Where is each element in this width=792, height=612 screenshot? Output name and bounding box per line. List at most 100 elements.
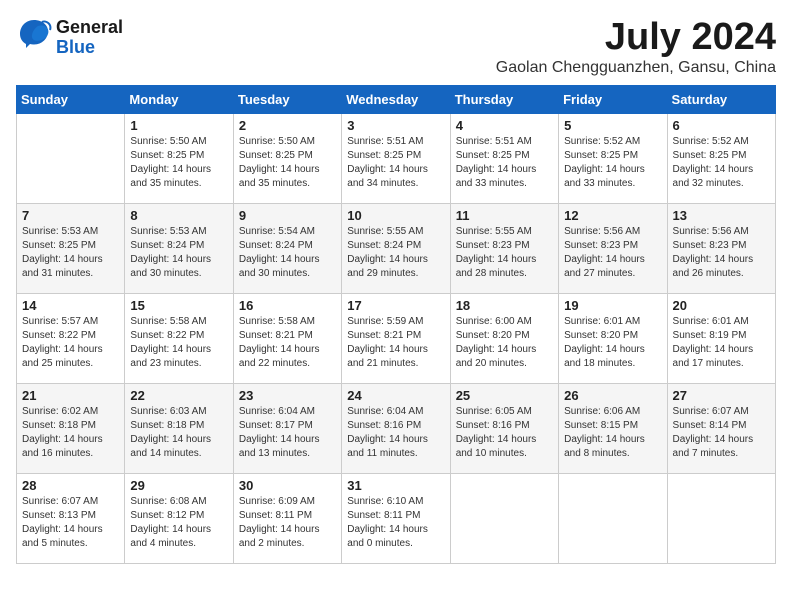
day-of-week-header: Monday [125,86,233,114]
page-header: General Blue July 2024 Gaolan Chengguanz… [16,16,776,77]
day-info: Sunrise: 5:50 AM Sunset: 8:25 PM Dayligh… [239,135,336,191]
calendar-day-cell: 26 Sunrise: 6:06 AM Sunset: 8:15 PM Dayli… [559,384,667,474]
calendar-week-row: 14 Sunrise: 5:57 AM Sunset: 8:22 PM Dayli… [17,294,776,384]
day-info: Sunrise: 5:50 AM Sunset: 8:25 PM Dayligh… [130,135,227,191]
day-number: 22 [130,388,227,403]
calendar-day-cell: 8 Sunrise: 5:53 AM Sunset: 8:24 PM Daylig… [125,204,233,294]
calendar-day-cell: 10 Sunrise: 5:55 AM Sunset: 8:24 PM Dayli… [342,204,450,294]
day-number: 16 [239,298,336,313]
day-number: 3 [347,118,444,133]
day-info: Sunrise: 5:53 AM Sunset: 8:25 PM Dayligh… [22,225,119,281]
day-info: Sunrise: 5:59 AM Sunset: 8:21 PM Dayligh… [347,315,444,371]
calendar-day-cell: 2Sunrise: 5:50 AM Sunset: 8:25 PM Daylig… [233,114,341,204]
day-info: Sunrise: 6:03 AM Sunset: 8:18 PM Dayligh… [130,405,227,461]
day-number: 6 [673,118,770,133]
calendar-day-cell: 14 Sunrise: 5:57 AM Sunset: 8:22 PM Dayli… [17,294,125,384]
header-row: SundayMondayTuesdayWednesdayThursdayFrid… [17,86,776,114]
calendar-day-cell: 11 Sunrise: 5:55 AM Sunset: 8:23 PM Dayli… [450,204,558,294]
calendar-day-cell: 18Sunrise: 6:00 AM Sunset: 8:20 PM Dayli… [450,294,558,384]
day-number: 25 [456,388,553,403]
calendar-day-cell: 12Sunrise: 5:56 AM Sunset: 8:23 PM Dayli… [559,204,667,294]
day-info: Sunrise: 6:06 AM Sunset: 8:15 PM Dayligh… [564,405,661,461]
day-info: Sunrise: 6:09 AM Sunset: 8:11 PM Dayligh… [239,495,336,551]
logo-icon [16,16,52,59]
logo: General Blue [16,16,123,59]
day-info: Sunrise: 6:07 AM Sunset: 8:13 PM Dayligh… [22,495,119,551]
calendar-week-row: 28Sunrise: 6:07 AM Sunset: 8:13 PM Dayli… [17,474,776,564]
calendar-day-cell: 13Sunrise: 5:56 AM Sunset: 8:23 PM Dayli… [667,204,775,294]
day-info: Sunrise: 6:04 AM Sunset: 8:16 PM Dayligh… [347,405,444,461]
day-info: Sunrise: 6:07 AM Sunset: 8:14 PM Dayligh… [673,405,770,461]
day-number: 23 [239,388,336,403]
day-number: 24 [347,388,444,403]
day-number: 20 [673,298,770,313]
day-number: 27 [673,388,770,403]
calendar-week-row: 21Sunrise: 6:02 AM Sunset: 8:18 PM Dayli… [17,384,776,474]
day-number: 18 [456,298,553,313]
calendar-day-cell: 17 Sunrise: 5:59 AM Sunset: 8:21 PM Dayli… [342,294,450,384]
day-number: 15 [130,298,227,313]
calendar-day-cell: 20Sunrise: 6:01 AM Sunset: 8:19 PM Dayli… [667,294,775,384]
day-number: 8 [130,208,227,223]
day-of-week-header: Saturday [667,86,775,114]
day-info: Sunrise: 5:57 AM Sunset: 8:22 PM Dayligh… [22,315,119,371]
day-info: Sunrise: 5:51 AM Sunset: 8:25 PM Dayligh… [347,135,444,191]
calendar-day-cell: 16 Sunrise: 5:58 AM Sunset: 8:21 PM Dayli… [233,294,341,384]
calendar-body: 1 Sunrise: 5:50 AM Sunset: 8:25 PM Daylig… [17,114,776,564]
calendar-day-cell: 23Sunrise: 6:04 AM Sunset: 8:17 PM Dayli… [233,384,341,474]
day-info: Sunrise: 5:54 AM Sunset: 8:24 PM Dayligh… [239,225,336,281]
calendar-day-cell: 1 Sunrise: 5:50 AM Sunset: 8:25 PM Daylig… [125,114,233,204]
day-info: Sunrise: 5:58 AM Sunset: 8:22 PM Dayligh… [130,315,227,371]
calendar-week-row: 7Sunrise: 5:53 AM Sunset: 8:25 PM Daylig… [17,204,776,294]
day-info: Sunrise: 6:02 AM Sunset: 8:18 PM Dayligh… [22,405,119,461]
calendar-day-cell: 27 Sunrise: 6:07 AM Sunset: 8:14 PM Dayli… [667,384,775,474]
day-number: 14 [22,298,119,313]
day-info: Sunrise: 5:52 AM Sunset: 8:25 PM Dayligh… [673,135,770,191]
calendar-day-cell: 7Sunrise: 5:53 AM Sunset: 8:25 PM Daylig… [17,204,125,294]
day-info: Sunrise: 5:55 AM Sunset: 8:24 PM Dayligh… [347,225,444,281]
day-number: 9 [239,208,336,223]
logo-text: General Blue [56,18,123,58]
day-info: Sunrise: 5:55 AM Sunset: 8:23 PM Dayligh… [456,225,553,281]
day-info: Sunrise: 5:56 AM Sunset: 8:23 PM Dayligh… [564,225,661,281]
calendar-day-cell: 4Sunrise: 5:51 AM Sunset: 8:25 PM Daylig… [450,114,558,204]
day-number: 10 [347,208,444,223]
calendar-day-cell: 15 Sunrise: 5:58 AM Sunset: 8:22 PM Dayli… [125,294,233,384]
logo-blue: Blue [56,38,123,58]
calendar-day-cell: 3 Sunrise: 5:51 AM Sunset: 8:25 PM Daylig… [342,114,450,204]
day-of-week-header: Tuesday [233,86,341,114]
day-number: 17 [347,298,444,313]
day-info: Sunrise: 6:10 AM Sunset: 8:11 PM Dayligh… [347,495,444,551]
location-title: Gaolan Chengguanzhen, Gansu, China [496,59,776,77]
title-block: July 2024 Gaolan Chengguanzhen, Gansu, C… [496,16,776,77]
day-number: 11 [456,208,553,223]
logo-general: General [56,18,123,38]
day-number: 1 [130,118,227,133]
calendar-day-cell: 28Sunrise: 6:07 AM Sunset: 8:13 PM Dayli… [17,474,125,564]
day-number: 19 [564,298,661,313]
day-number: 26 [564,388,661,403]
calendar-day-cell: 5Sunrise: 5:52 AM Sunset: 8:25 PM Daylig… [559,114,667,204]
calendar-day-cell [667,474,775,564]
calendar-day-cell: 19 Sunrise: 6:01 AM Sunset: 8:20 PM Dayli… [559,294,667,384]
calendar-day-cell [559,474,667,564]
day-number: 4 [456,118,553,133]
day-number: 31 [347,478,444,493]
calendar-day-cell: 29Sunrise: 6:08 AM Sunset: 8:12 PM Dayli… [125,474,233,564]
month-title: July 2024 [496,16,776,59]
day-of-week-header: Thursday [450,86,558,114]
calendar-header: SundayMondayTuesdayWednesdayThursdayFrid… [17,86,776,114]
calendar-day-cell [17,114,125,204]
day-info: Sunrise: 5:56 AM Sunset: 8:23 PM Dayligh… [673,225,770,281]
day-of-week-header: Friday [559,86,667,114]
calendar-table: SundayMondayTuesdayWednesdayThursdayFrid… [16,85,776,564]
calendar-day-cell [450,474,558,564]
day-info: Sunrise: 5:58 AM Sunset: 8:21 PM Dayligh… [239,315,336,371]
day-info: Sunrise: 5:53 AM Sunset: 8:24 PM Dayligh… [130,225,227,281]
day-info: Sunrise: 6:01 AM Sunset: 8:20 PM Dayligh… [564,315,661,371]
day-of-week-header: Wednesday [342,86,450,114]
calendar-day-cell: 30Sunrise: 6:09 AM Sunset: 8:11 PM Dayli… [233,474,341,564]
calendar-day-cell: 31 Sunrise: 6:10 AM Sunset: 8:11 PM Dayli… [342,474,450,564]
calendar-day-cell: 25Sunrise: 6:05 AM Sunset: 8:16 PM Dayli… [450,384,558,474]
day-of-week-header: Sunday [17,86,125,114]
